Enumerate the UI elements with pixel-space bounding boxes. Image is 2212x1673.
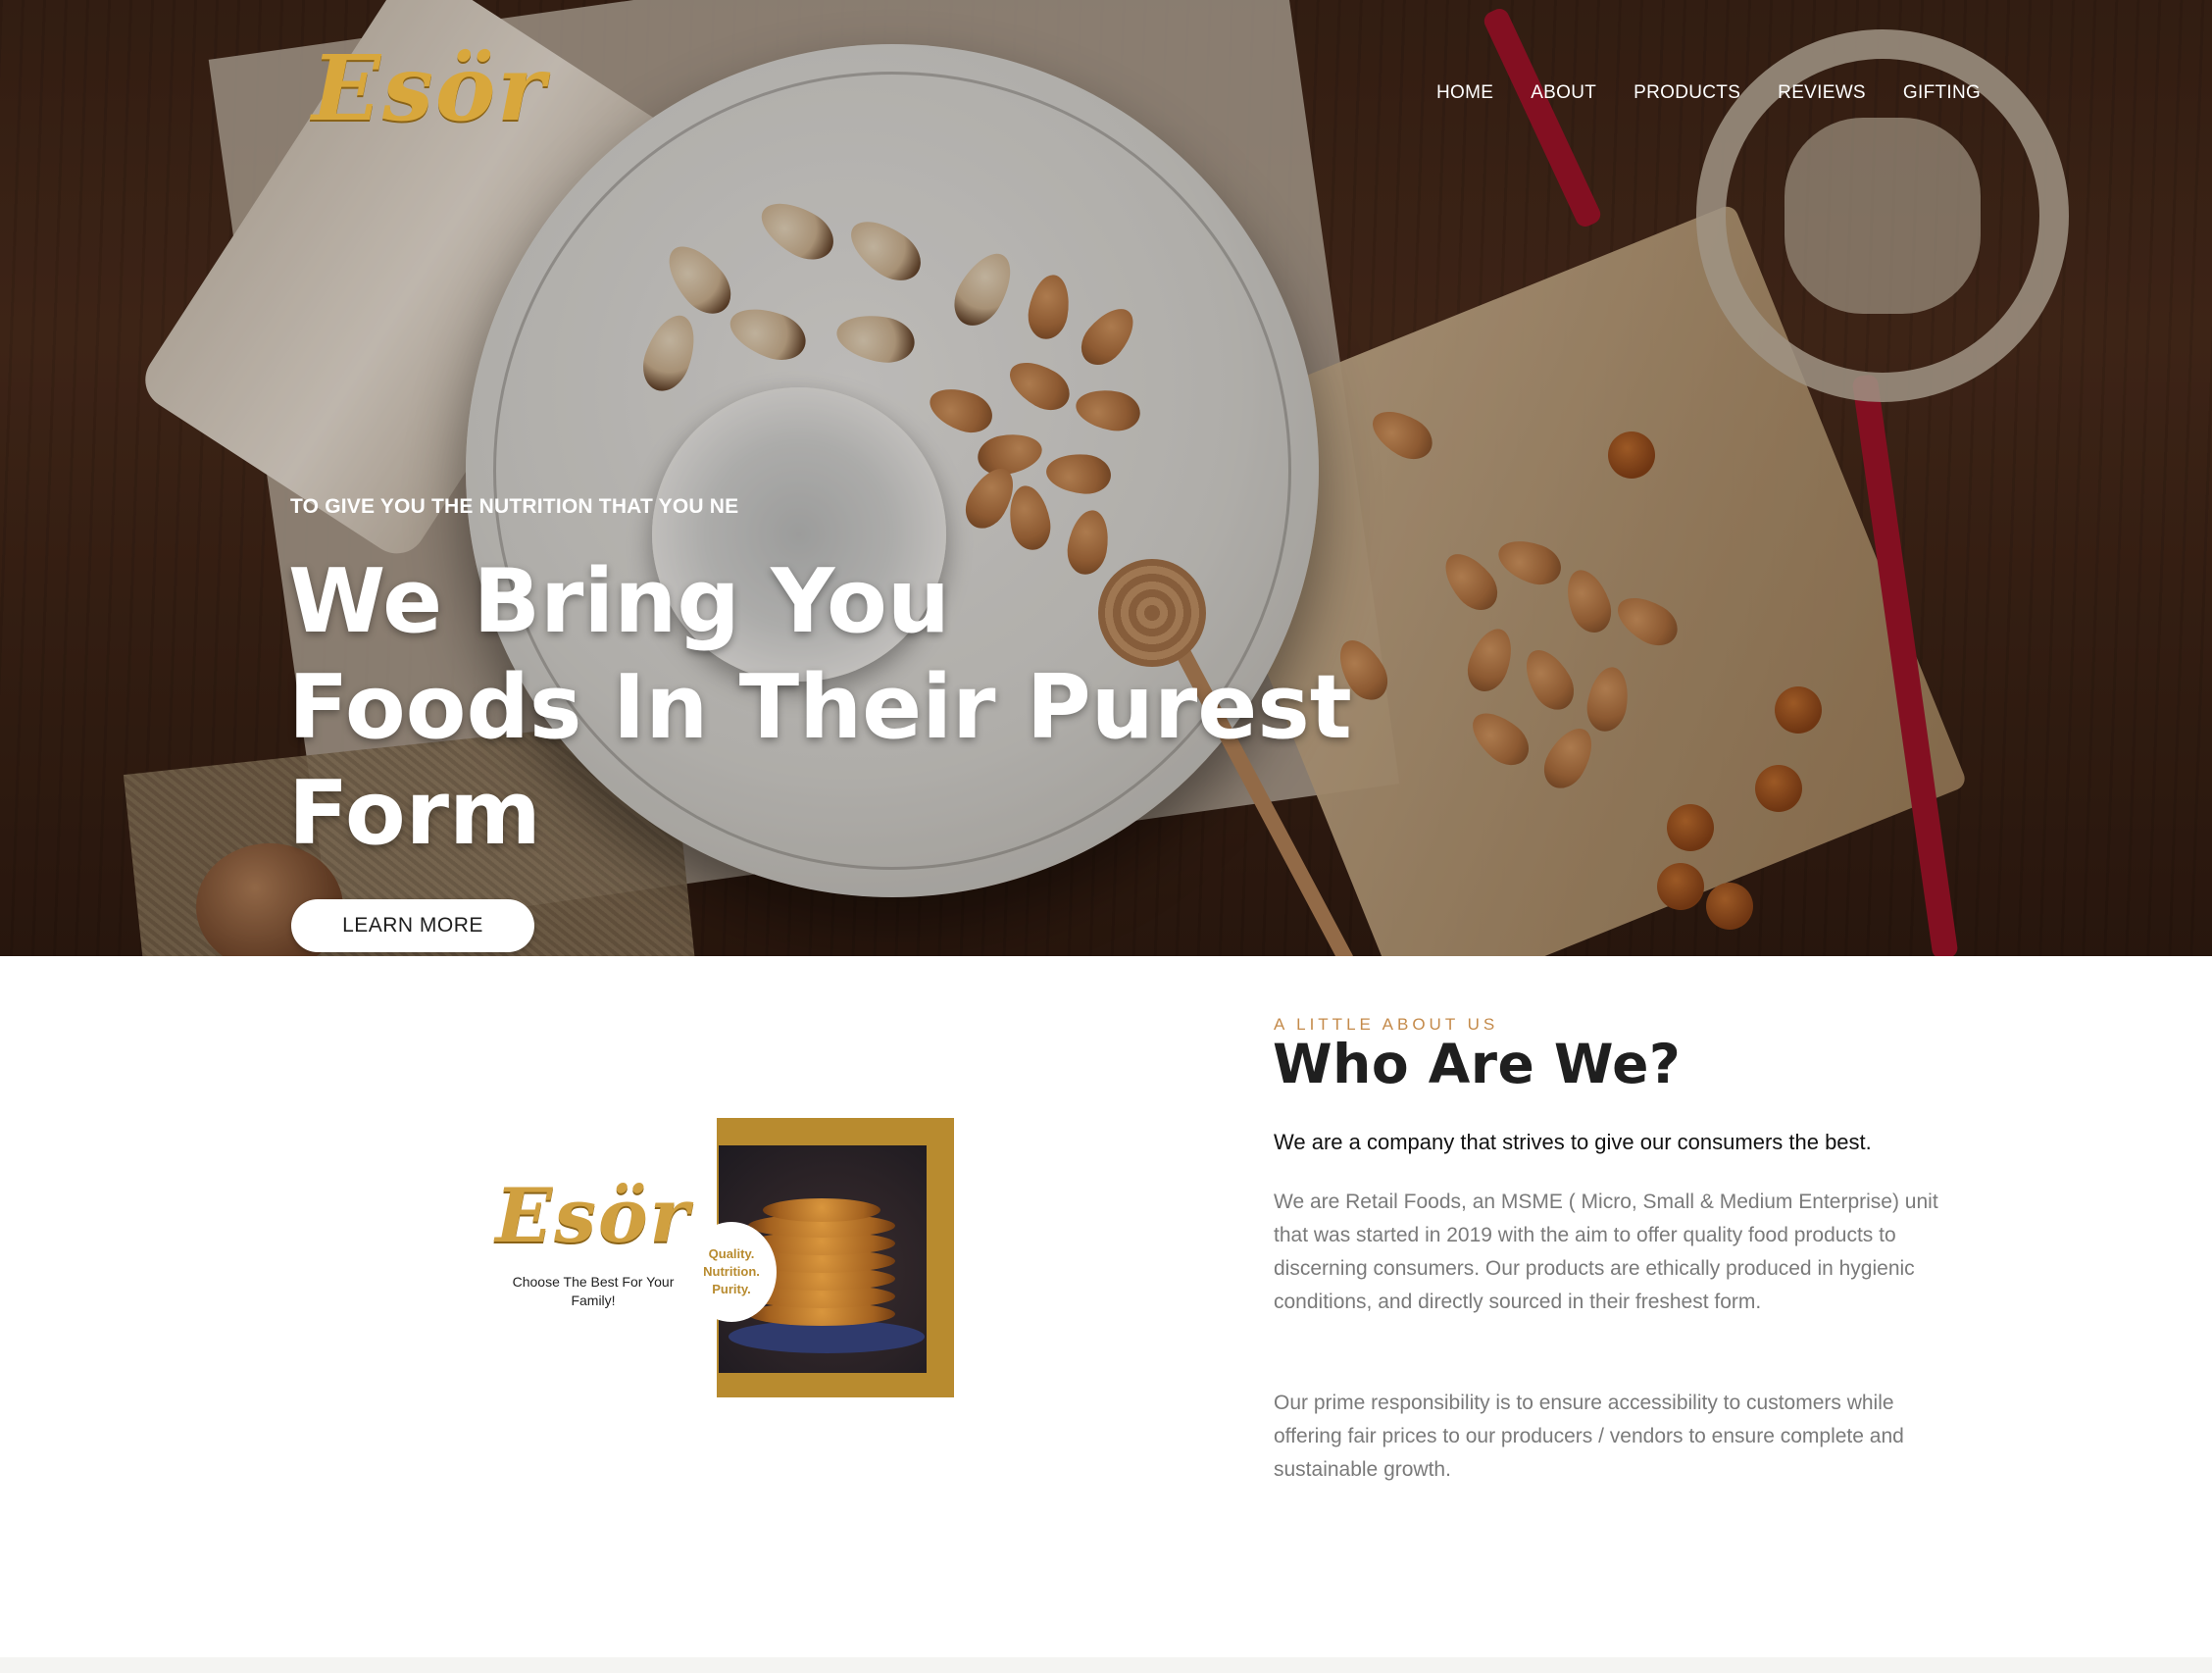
about-title: Who Are We? bbox=[1273, 1033, 1682, 1095]
main-nav: HOME ABOUT PRODUCTS REVIEWS GIFTING bbox=[1436, 82, 2018, 104]
site-logo[interactable]: Esör bbox=[312, 35, 547, 141]
nav-link-reviews[interactable]: REVIEWS bbox=[1778, 82, 1866, 104]
badge-line: Nutrition. bbox=[703, 1264, 760, 1279]
badge-line: Quality. bbox=[708, 1246, 755, 1261]
promo-brand-block: Esör Choose The Best For Your Family! bbox=[471, 1172, 716, 1310]
hero-title: We Bring You Foods In Their Purest Form bbox=[288, 549, 1352, 867]
nav-link-products[interactable]: PRODUCTS bbox=[1634, 82, 1740, 104]
nav-link-home[interactable]: HOME bbox=[1436, 82, 1493, 104]
about-paragraph: We are Retail Foods, an MSME ( Micro, Sm… bbox=[1274, 1191, 1938, 1313]
next-section-edge bbox=[0, 1657, 2212, 1673]
about-paragraph: Our prime responsibility is to ensure ac… bbox=[1274, 1392, 1904, 1481]
nav-link-gifting[interactable]: GIFTING bbox=[1903, 82, 1981, 104]
promo-logo: Esör bbox=[495, 1172, 691, 1259]
about-lead: We are a company that strives to give ou… bbox=[1274, 1130, 1872, 1154]
hero-title-line: Form bbox=[288, 762, 541, 865]
hero-title-line: We Bring You bbox=[288, 550, 950, 653]
hero-section: Esör HOME ABOUT PRODUCTS REVIEWS GIFTING… bbox=[0, 0, 2212, 956]
promo-badge: Quality. Nutrition. Purity. bbox=[686, 1222, 777, 1322]
hero-kicker: TO GIVE YOU THE NUTRITION THAT YOU NE bbox=[290, 495, 739, 518]
badge-line: Purity. bbox=[712, 1282, 751, 1296]
nav-link-about[interactable]: ABOUT bbox=[1531, 82, 1596, 104]
about-kicker: A LITTLE ABOUT US bbox=[1274, 1015, 1499, 1034]
learn-more-button[interactable]: LEARN MORE bbox=[291, 899, 534, 952]
promo-tagline: Choose The Best For Your Family! bbox=[512, 1274, 675, 1308]
hero-title-line: Foods In Their Purest bbox=[288, 656, 1352, 759]
pancake-layer bbox=[763, 1198, 880, 1222]
